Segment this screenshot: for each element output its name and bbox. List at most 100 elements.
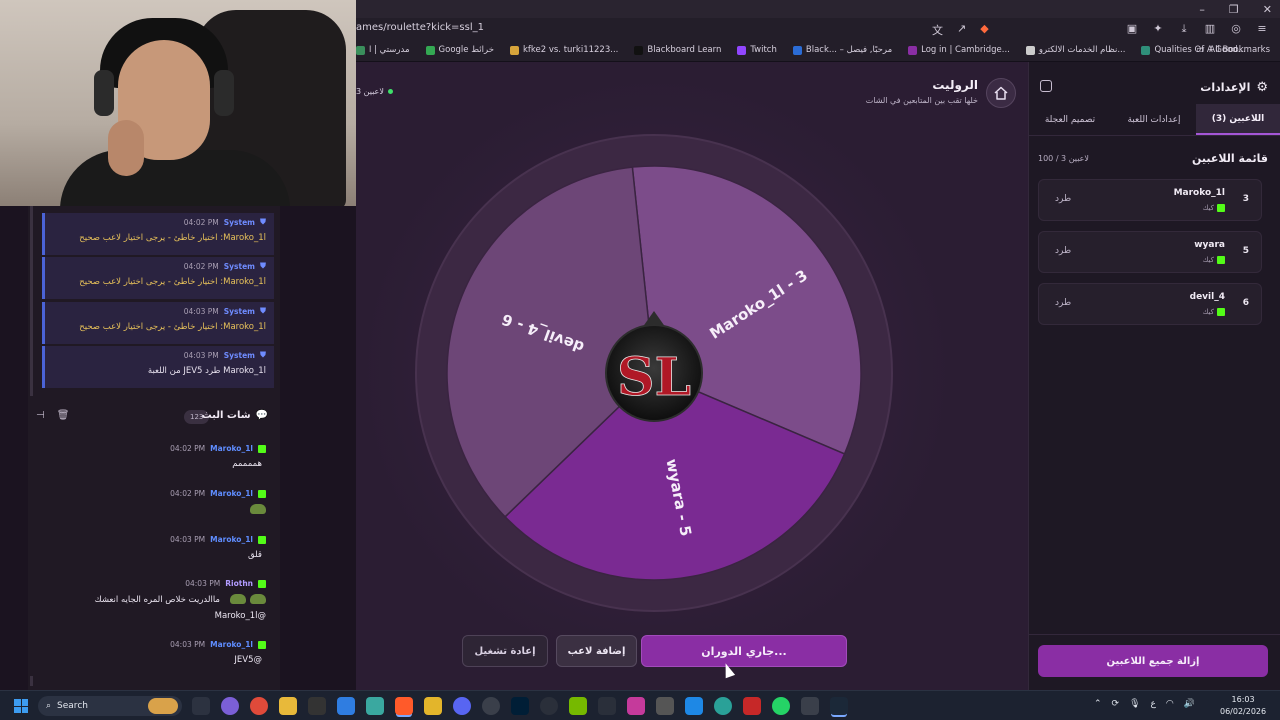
- message-author: System: [223, 350, 255, 360]
- whatsapp-icon[interactable]: [772, 697, 790, 715]
- chat-title-label: شات البث: [201, 410, 251, 421]
- translate-icon[interactable]: 文: [932, 22, 943, 38]
- bookmark-item[interactable]: Blackboard Learn: [634, 45, 721, 55]
- chevron-up-icon[interactable]: ⌃: [1094, 699, 1102, 709]
- app-icon-5[interactable]: [714, 697, 732, 715]
- trash-icon[interactable]: 🗑: [57, 410, 70, 421]
- widgets-icon[interactable]: [192, 697, 210, 715]
- player-number: 5: [1242, 246, 1249, 256]
- app-icon-1[interactable]: [221, 697, 239, 715]
- kick-player-button[interactable]: طرد: [1055, 194, 1071, 204]
- bookmark-label: Black... – مرحبًا, فيصل: [805, 45, 893, 55]
- nvidia-icon[interactable]: [569, 697, 587, 715]
- system-message-header: 04:02 PM System ⛊: [53, 217, 266, 227]
- menu-icon[interactable]: ≡: [1256, 22, 1268, 36]
- url-field[interactable]: ames/roulette?kick=ssl_1: [356, 22, 484, 33]
- app-icon-7[interactable]: [801, 697, 819, 715]
- extension-icon[interactable]: ▣: [1126, 22, 1138, 36]
- taskbar-search[interactable]: ⌕ Search: [38, 696, 182, 716]
- epic-games-icon[interactable]: [308, 697, 326, 715]
- photoshop-icon[interactable]: [511, 697, 529, 715]
- language-indicator[interactable]: ع: [1151, 699, 1156, 709]
- chat-scrollbar[interactable]: [30, 676, 33, 686]
- microphone-icon[interactable]: 🎙: [1129, 699, 1140, 709]
- chat-message: 04:03 PM Riothn ماالدريت خلاص المره الجايه…: [34, 579, 266, 621]
- clock-date: 06/02/2026: [1220, 707, 1267, 716]
- message-time: 04:03 PM: [185, 579, 221, 588]
- app-icon-6[interactable]: [743, 697, 761, 715]
- settings-tab[interactable]: إعدادات اللعبة: [1112, 104, 1196, 135]
- kick-badge-icon: [258, 444, 266, 453]
- spin-button[interactable]: جاري الدوران...: [641, 635, 847, 667]
- volume-icon[interactable]: 🔊: [1184, 699, 1195, 709]
- discord-icon[interactable]: [453, 697, 471, 715]
- kick-player-button[interactable]: طرد: [1055, 298, 1071, 308]
- remove-all-players-button[interactable]: إزالة جميع اللاعبين: [1038, 645, 1268, 677]
- bookmark-label: Blackboard Learn: [647, 45, 722, 55]
- steam-icon[interactable]: [830, 697, 848, 715]
- app-icon-3[interactable]: [627, 697, 645, 715]
- app-icon-2[interactable]: [482, 697, 500, 715]
- bookmark-item[interactable]: kfke2 vs. turki11223...: [509, 45, 619, 55]
- bookmark-label: kfke2 vs. turki11223...: [522, 45, 619, 55]
- webcam-hand: [108, 120, 144, 176]
- message-author[interactable]: Riothn: [225, 579, 253, 588]
- message-author[interactable]: Maroko_1l: [210, 444, 253, 453]
- system-message: 04:02 PM System ⛊ Maroko_1l: اختيار خاطئ - …: [42, 257, 274, 299]
- settings-tab[interactable]: تصميم العجلة: [1028, 104, 1112, 135]
- store-icon[interactable]: [337, 697, 355, 715]
- message-author[interactable]: Maroko_1l: [210, 640, 253, 649]
- sidebar-icon[interactable]: ▥: [1204, 22, 1216, 36]
- toolbar-icons: ▣ ✦ ⤓ ▥ ◎ ≡: [1126, 22, 1268, 36]
- message-author[interactable]: Maroko_1l: [210, 535, 253, 544]
- chat-message-header: 04:03 PM Maroko_1l: [34, 640, 266, 649]
- system-scrollbar[interactable]: [30, 206, 33, 396]
- close-icon[interactable]: ✕: [1263, 3, 1272, 16]
- obs-icon[interactable]: [540, 697, 558, 715]
- app-icon-4[interactable]: [656, 697, 674, 715]
- frog-emote-icon: [250, 504, 266, 514]
- kick-player-button[interactable]: طرد: [1055, 246, 1071, 256]
- collapse-icon[interactable]: ⊣: [36, 410, 45, 421]
- chrome-icon[interactable]: [250, 697, 268, 715]
- share-icon[interactable]: ↗: [957, 22, 966, 38]
- sync-icon[interactable]: ⟳: [1112, 699, 1120, 709]
- bookmark-item[interactable]: Twitch: [737, 45, 777, 55]
- roulette-wheel[interactable]: Maroko_1l - 3wyara - 5devil_4 - 6 SL: [356, 62, 1028, 690]
- wallet-icon[interactable]: ◎: [1230, 22, 1242, 36]
- brave-shield-icon[interactable]: ◆: [980, 22, 988, 38]
- brave-icon[interactable]: [395, 697, 413, 715]
- add-player-button[interactable]: إضافة لاعب: [556, 635, 637, 667]
- app-icon-f[interactable]: [685, 697, 703, 715]
- settings-tab[interactable]: اللاعبين (3): [1196, 104, 1280, 135]
- clock[interactable]: 16:03 06/02/2026: [1220, 694, 1266, 718]
- panel-collapse-icon[interactable]: [1040, 80, 1052, 92]
- taskbar: ⌕ Search ⌃ ⟳ 🎙 ع ◠ 🔊 16:03 06/02/2026: [0, 690, 1280, 720]
- bookmark-label: نظام الخدمات الالكترو...: [1038, 45, 1126, 55]
- bookmark-item[interactable]: Log in | Cambridge...: [908, 45, 1010, 55]
- restart-button[interactable]: إعادة تشغيل: [462, 635, 548, 667]
- kick-badge-icon: [1217, 256, 1225, 264]
- file-explorer-icon[interactable]: [279, 697, 297, 715]
- app-icon-r[interactable]: [424, 697, 442, 715]
- wifi-icon[interactable]: ◠: [1166, 699, 1174, 709]
- kick-badge-icon: [258, 489, 266, 498]
- puzzle-icon[interactable]: ✦: [1152, 22, 1164, 36]
- bookmark-item[interactable]: Google خرائط: [425, 45, 494, 55]
- bookmark-item[interactable]: نظام الخدمات الالكترو...: [1025, 45, 1126, 55]
- bookmark-item[interactable]: مدرستي | ا: [356, 45, 410, 55]
- minimize-icon[interactable]: –: [1199, 3, 1205, 16]
- chat-message-header: 04:03 PM Maroko_1l: [34, 535, 266, 544]
- notepad-icon[interactable]: [366, 697, 384, 715]
- message-text: قلق: [34, 550, 266, 560]
- bookmark-item[interactable]: Black... – مرحبًا, فيصل: [792, 45, 893, 55]
- player-name: wyara: [1194, 240, 1225, 250]
- download-icon[interactable]: ⤓: [1178, 22, 1190, 36]
- message-author[interactable]: Maroko_1l: [210, 489, 253, 498]
- all-bookmarks[interactable]: ▭ All Bookmarks: [1196, 45, 1270, 55]
- restore-icon[interactable]: ❐: [1229, 3, 1239, 16]
- frog-emote-icon: [230, 594, 246, 604]
- windows-start-icon[interactable]: [14, 699, 28, 713]
- mail-icon[interactable]: [598, 697, 616, 715]
- kick-badge-icon: [258, 579, 266, 588]
